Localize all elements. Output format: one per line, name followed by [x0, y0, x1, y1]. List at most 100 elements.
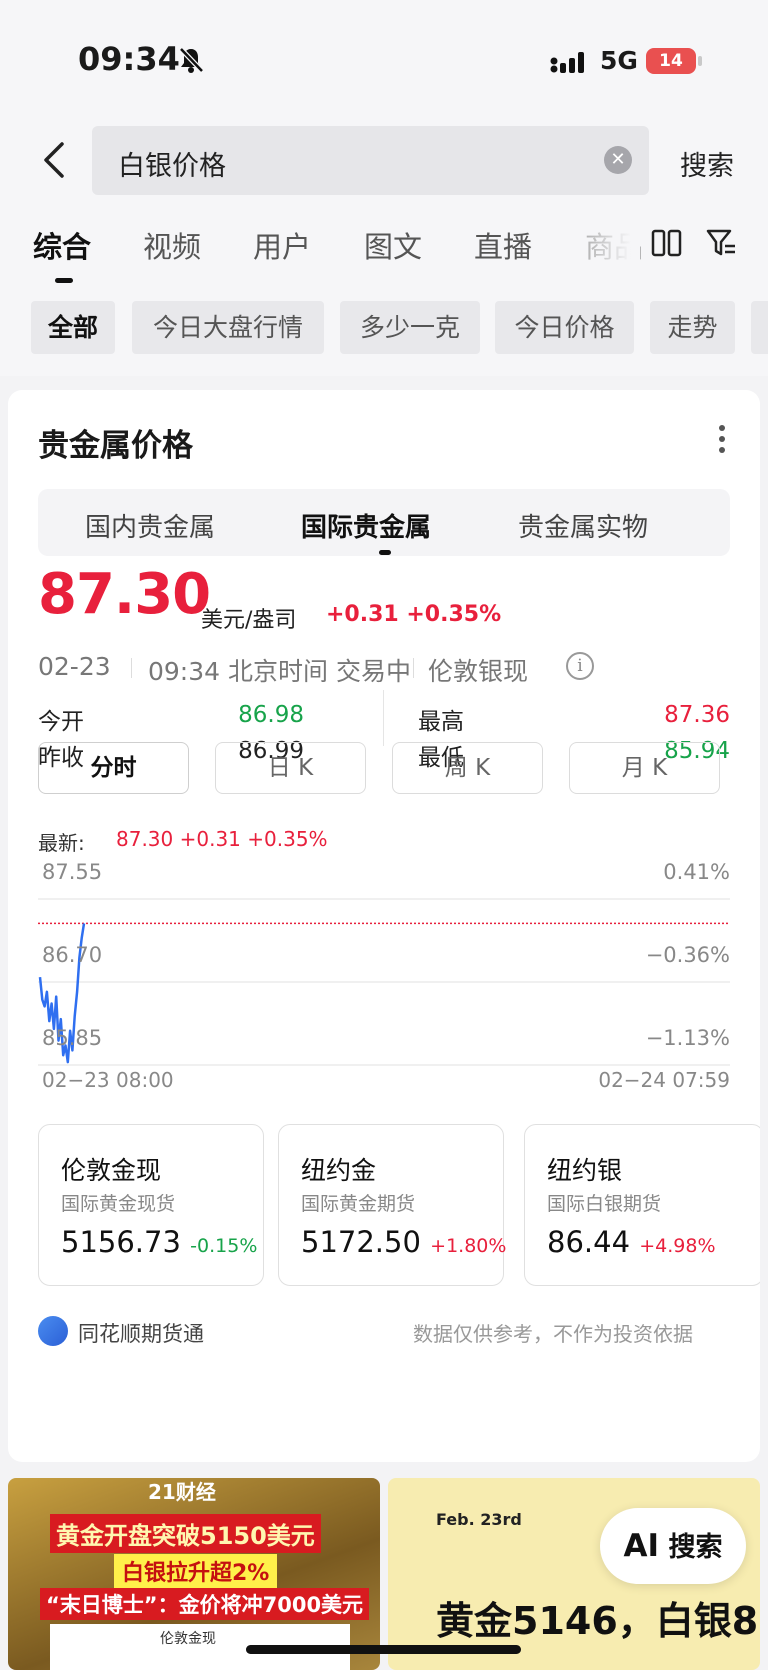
- tab-video[interactable]: 视频: [143, 224, 201, 266]
- chip-market[interactable]: 今日大盘行情: [132, 301, 324, 354]
- quote-subtitle: 国际黄金现货: [61, 1193, 176, 1215]
- open-value: 86.98: [238, 702, 304, 728]
- card-title: 贵金属价格: [38, 428, 193, 464]
- clear-icon[interactable]: ✕: [604, 146, 632, 174]
- feed-item-left[interactable]: 21财经 黄金开盘突破5150美元 白银拉升超2% “末日博士”：金价将冲700…: [8, 1478, 380, 1670]
- quote-price: 5172.50: [301, 1225, 421, 1259]
- search-input[interactable]: 白银价格 ✕: [92, 126, 649, 195]
- chips-row: 全部 今日大盘行情 多少一克 今日价格 走势: [0, 290, 768, 376]
- price-chart[interactable]: [38, 855, 730, 1085]
- quote-time-status: 09:34 北京时间 交易中: [148, 657, 411, 686]
- y-tick-left-mid: 86.70: [42, 943, 103, 967]
- open-label: 今开: [38, 709, 84, 735]
- high-value: 87.36: [664, 702, 730, 728]
- y-tick-right-mid: −0.36%: [645, 943, 730, 967]
- price-unit: 美元/盎司: [201, 608, 297, 633]
- feed-left-brand: 21财经: [148, 1480, 216, 1504]
- stats-divider: [383, 690, 384, 746]
- quote-price-row: 86.44 +4.98%: [547, 1225, 716, 1259]
- info-icon[interactable]: i: [566, 652, 594, 680]
- battery-icon: 14: [646, 48, 696, 74]
- latest-label: 最新:: [38, 831, 85, 855]
- ai-label: AI: [623, 1528, 660, 1564]
- period-month-button[interactable]: 月 K: [569, 742, 720, 794]
- segment-international[interactable]: 国际贵金属: [301, 507, 431, 544]
- quote-date: 02-23: [38, 652, 111, 681]
- quote-change: +4.98%: [639, 1235, 716, 1257]
- filter-icon[interactable]: [706, 228, 738, 258]
- quote-name: 纽约银: [547, 1156, 623, 1185]
- quote-price-row: 5156.73 -0.15%: [61, 1225, 257, 1259]
- quote-subtitle: 国际白银期货: [547, 1193, 662, 1215]
- tabs-fade: [580, 206, 640, 290]
- chip-partial[interactable]: [751, 301, 768, 354]
- chip-per-gram[interactable]: 多少一克: [340, 301, 480, 354]
- quote-card[interactable]: 纽约银 国际白银期货 86.44 +4.98%: [524, 1124, 760, 1286]
- y-tick-left-bottom: 85.85: [42, 1026, 103, 1050]
- tab-live[interactable]: 直播: [474, 224, 532, 266]
- segment-active-indicator: [379, 550, 391, 555]
- tab-comprehensive[interactable]: 综合: [33, 224, 91, 266]
- quote-subtitle: 国际黄金期货: [301, 1193, 416, 1215]
- feed-left-panel-title: 伦敦金现: [160, 1631, 216, 1647]
- quote-change: -0.15%: [190, 1235, 258, 1257]
- quote-name: 伦敦金现: [61, 1156, 162, 1185]
- price-change: +0.31 +0.35%: [326, 602, 502, 627]
- y-tick-left-top: 87.55: [42, 860, 103, 884]
- bell-muted-icon: [179, 47, 204, 73]
- quote-cards: 伦敦金现 国际黄金现货 5156.73 -0.15% 纽约金 国际黄金期货 51…: [38, 1124, 760, 1286]
- period-intraday-button[interactable]: 分时: [38, 742, 189, 794]
- layout-toggle-icon[interactable]: [651, 228, 683, 258]
- source-logo-icon: [38, 1316, 68, 1346]
- ai-search-button[interactable]: AI 搜索: [600, 1508, 746, 1584]
- chip-today-price[interactable]: 今日价格: [495, 301, 634, 354]
- source-name[interactable]: 同花顺期货通: [78, 1318, 204, 1348]
- search-query: 白银价格: [118, 151, 226, 182]
- segment-domestic[interactable]: 国内贵金属: [85, 507, 215, 544]
- quote-price: 86.44: [547, 1225, 631, 1259]
- meta-divider: [413, 658, 414, 678]
- x-tick-end: 02−24 07:59: [598, 1068, 730, 1092]
- disclaimer: 数据仅供参考，不作为投资依据: [413, 1322, 693, 1346]
- feed-right-date: Feb. 23rd: [436, 1510, 522, 1529]
- latest-value: 87.30 +0.31 +0.35%: [116, 827, 328, 851]
- home-indicator: [246, 1645, 521, 1654]
- meta-divider: [131, 658, 132, 678]
- status-bar: 09:34 5G 14: [0, 0, 768, 120]
- search-row: 白银价格 ✕ 搜索: [0, 120, 768, 206]
- quote-price: 5156.73: [61, 1225, 181, 1259]
- current-price: 87.30: [38, 562, 211, 627]
- more-icon[interactable]: [718, 424, 726, 454]
- quote-card[interactable]: 伦敦金现 国际黄金现货 5156.73 -0.15%: [38, 1124, 264, 1286]
- signal-icon: [550, 52, 584, 73]
- quote-card[interactable]: 纽约金 国际黄金期货 5172.50 +1.80%: [278, 1124, 506, 1286]
- feed-right-text: 黄金5146，白银86了，不出意: [436, 1599, 760, 1643]
- back-icon[interactable]: [36, 138, 72, 182]
- tab-active-indicator: [55, 278, 73, 283]
- y-tick-right-bottom: −1.13%: [645, 1026, 730, 1050]
- tab-users[interactable]: 用户: [253, 224, 311, 266]
- x-tick-start: 02−23 08:00: [42, 1068, 174, 1092]
- segment-physical[interactable]: 贵金属实物: [518, 507, 648, 544]
- feed-left-headline-1: 黄金开盘突破5150美元: [50, 1514, 321, 1553]
- quote-change: +1.80%: [430, 1235, 507, 1257]
- feed-left-headline-3: “末日博士”：金价将冲7000美元: [40, 1588, 370, 1620]
- instrument-name: 伦敦银现: [428, 657, 529, 686]
- segment-control: 国内贵金属 国际贵金属 贵金属实物: [38, 489, 730, 556]
- battery-tip: [698, 56, 702, 66]
- search-button[interactable]: 搜索: [680, 144, 734, 183]
- tab-posts[interactable]: 图文: [364, 224, 422, 266]
- period-day-button[interactable]: 日 K: [215, 742, 366, 794]
- y-tick-right-top: 0.41%: [663, 860, 730, 884]
- high-label: 最高: [418, 709, 464, 735]
- network-type: 5G: [600, 46, 638, 75]
- chip-trend[interactable]: 走势: [650, 301, 735, 354]
- period-week-button[interactable]: 周 K: [392, 742, 543, 794]
- chip-all[interactable]: 全部: [31, 301, 115, 354]
- precious-metal-card: 贵金属价格 国内贵金属 国际贵金属 贵金属实物 87.30 美元/盎司 +0.3…: [8, 390, 760, 1462]
- status-time: 09:34: [78, 40, 180, 78]
- ai-search-label: 搜索: [668, 1532, 723, 1563]
- quote-name: 纽约金: [301, 1156, 377, 1185]
- feed-left-headline-2: 白银拉升超2%: [114, 1554, 278, 1588]
- quote-price-row: 5172.50 +1.80%: [301, 1225, 506, 1259]
